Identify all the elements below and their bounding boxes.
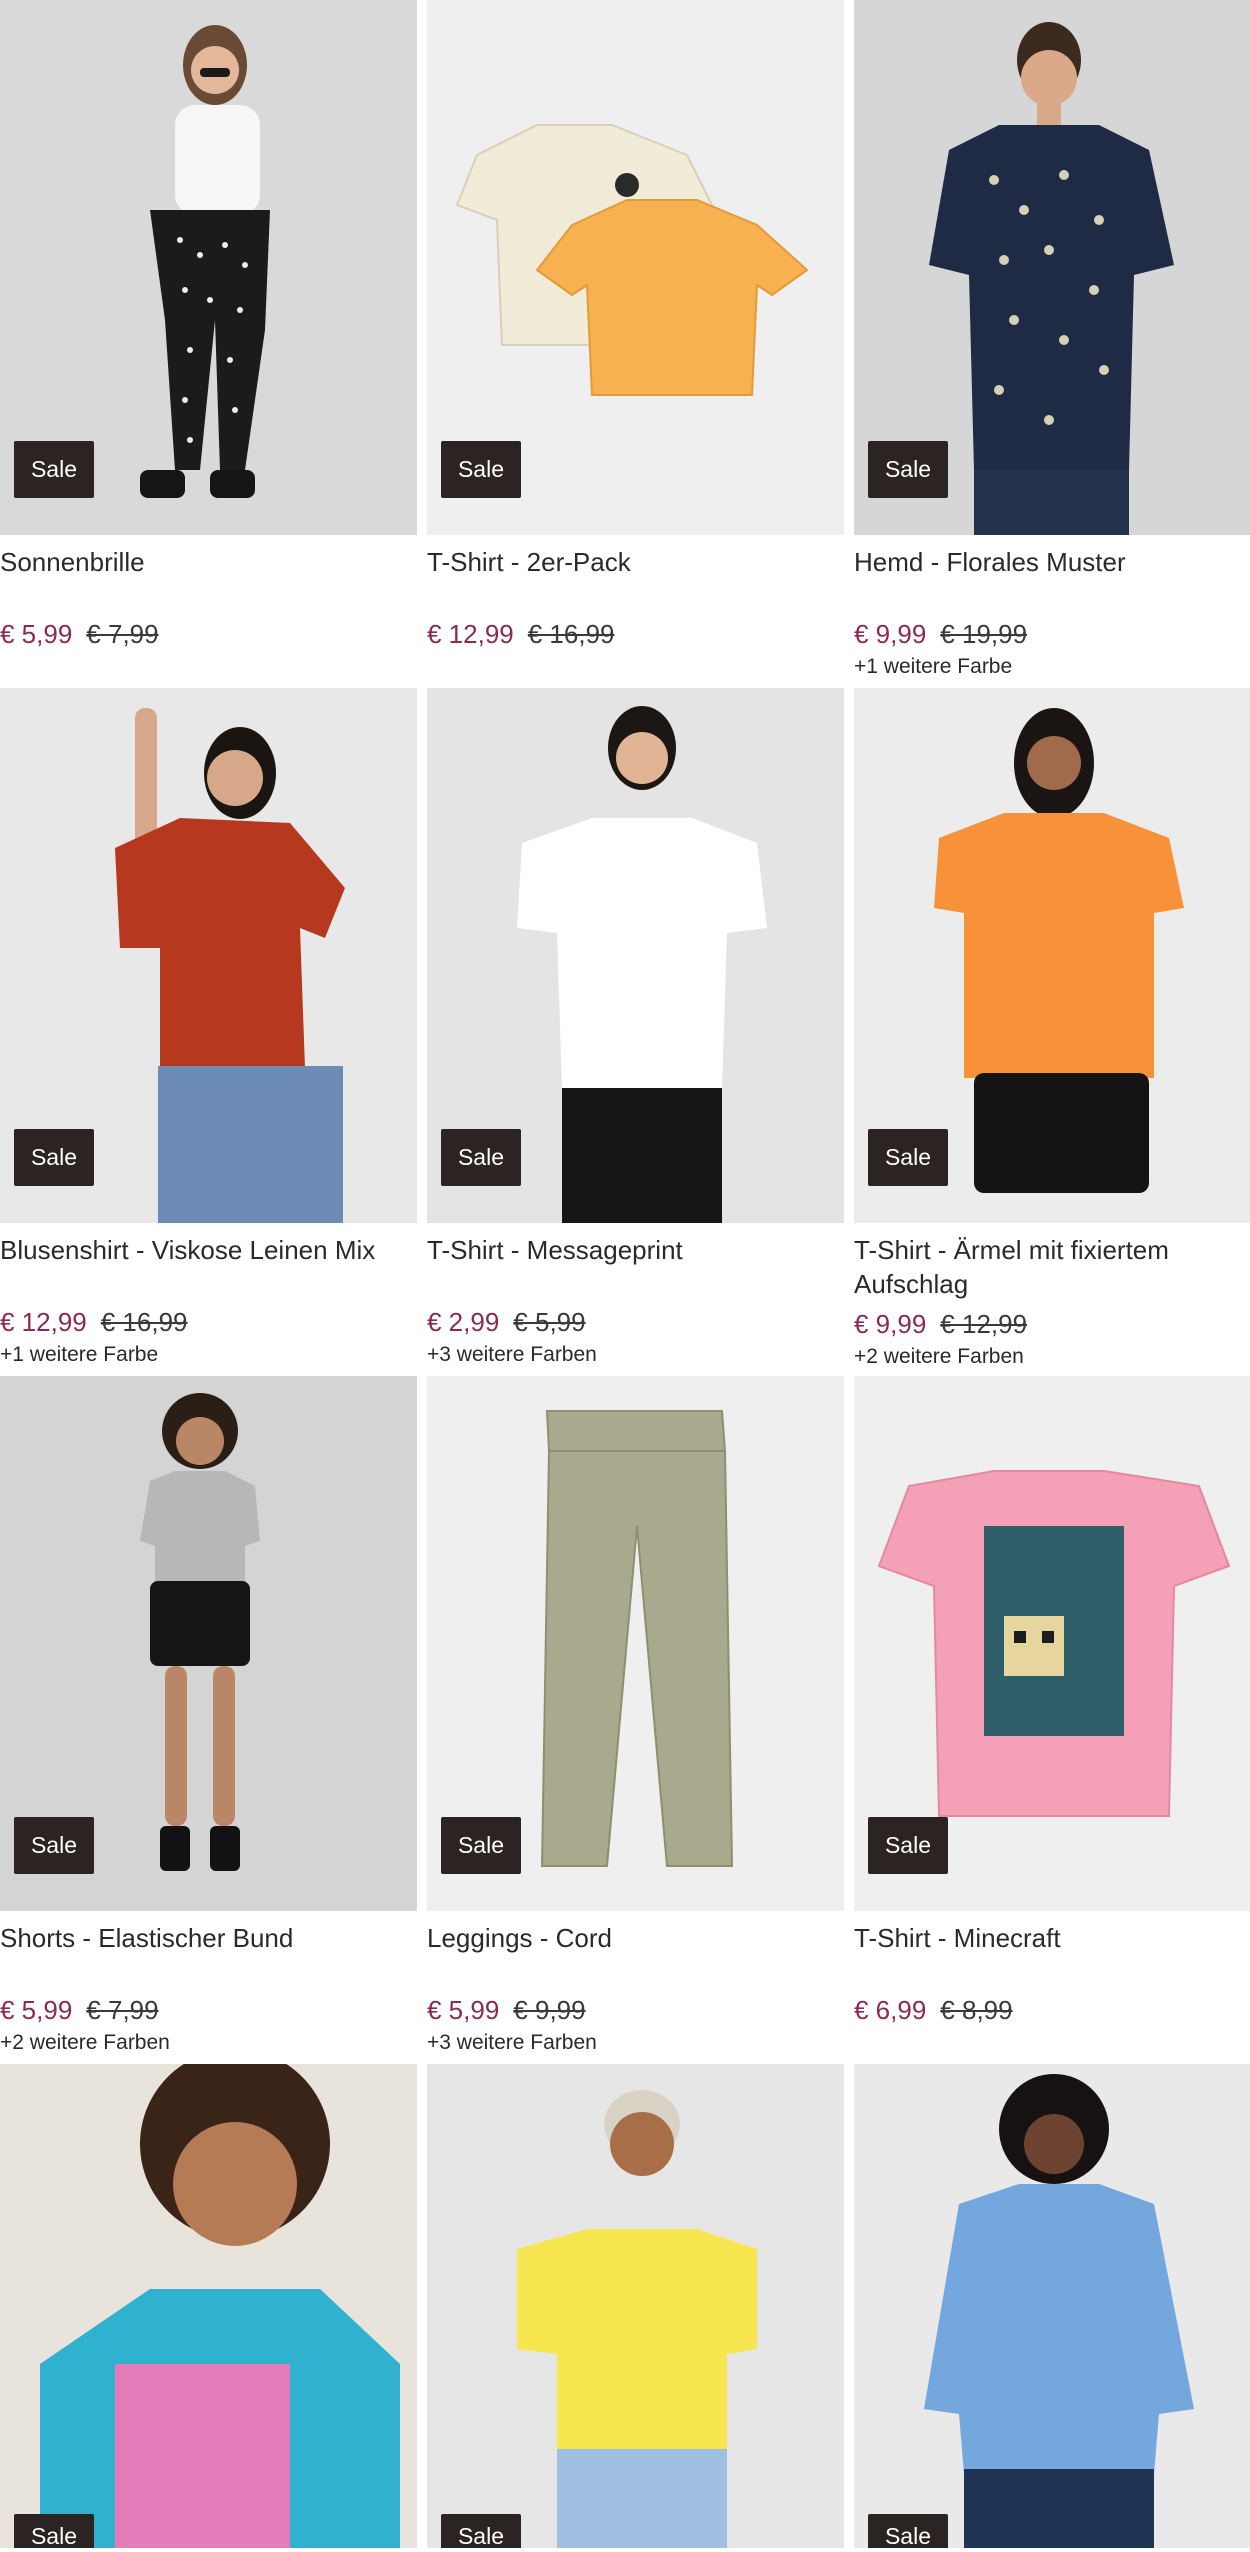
original-price: € 7,99 [86,1995,159,2025]
product-photo-boy-turquoise-tshirt [0,2064,417,2548]
product-title[interactable]: T-Shirt - Messageprint [427,1231,844,1299]
sale-badge: Sale [14,1129,94,1186]
product-card[interactable]: Sale T-Shirt - Messageprint € 2,99 € 5,9… [427,688,844,1376]
sale-price: € 5,99 [0,619,73,649]
sale-price: € 12,99 [0,1307,87,1337]
product-title[interactable]: Leggings - Cord [427,1919,844,1987]
original-price: € 9,99 [513,1995,586,2025]
sale-badge: Sale [868,441,948,498]
product-title[interactable]: T-Shirt - Ärmel mit fixiertem Aufschlag [854,1231,1250,1301]
product-image[interactable]: Sale [0,0,417,535]
more-colors-label: +2 weitere Farben [854,1345,1024,1368]
product-card[interactable]: Sale Leggings - Cord € 5,99 € 9,99 +3 we… [427,1376,844,2064]
product-card[interactable]: Sale Sonnenbrille € 5,99 € 7,99 [0,0,417,688]
product-image[interactable]: Sale [854,0,1250,535]
sale-price: € 5,99 [0,1995,73,2025]
product-title[interactable]: Sonnenbrille [0,543,417,611]
sale-badge: Sale [14,1817,94,1874]
original-price: € 7,99 [86,619,159,649]
sale-price: € 12,99 [427,619,514,649]
sale-badge: Sale [441,441,521,498]
product-card[interactable]: Sale T-Shirt - Minecraft € 6,99 € 8,99 [854,1376,1250,2064]
product-card[interactable]: Sale [0,2064,417,2548]
product-image[interactable]: Sale [0,688,417,1223]
product-image[interactable]: Sale [427,2064,844,2548]
product-image[interactable]: Sale [854,2064,1250,2548]
sale-badge: Sale [441,1129,521,1186]
product-title[interactable]: Blusenshirt - Viskose Leinen Mix [0,1231,417,1299]
sale-badge: Sale [868,2514,948,2548]
more-colors-label: +3 weitere Farben [427,1343,597,1366]
product-card[interactable]: Sale T-Shirt - Ärmel mit fixiertem Aufsc… [854,688,1250,1376]
product-card[interactable]: Sale Shorts - Elastischer Bund € 5,99 € … [0,1376,417,2064]
sale-badge: Sale [868,1129,948,1186]
product-image[interactable]: Sale [427,688,844,1223]
sale-badge: Sale [441,2514,521,2548]
original-price: € 12,99 [940,1309,1028,1339]
product-card[interactable]: Sale Blusenshirt - Viskose Leinen Mix € … [0,688,417,1376]
more-colors-label: +1 weitere Farbe [854,655,1013,678]
sale-price: € 6,99 [854,1995,927,2025]
product-card[interactable]: Sale Hemd - Florales Muster € 9,99 € 19,… [854,0,1250,688]
original-price: € 16,99 [100,1307,188,1337]
product-image[interactable]: Sale [854,688,1250,1223]
product-image[interactable]: Sale [0,1376,417,1911]
product-card[interactable]: Sale [854,2064,1250,2548]
sale-badge: Sale [14,441,94,498]
original-price: € 16,99 [527,619,615,649]
product-title[interactable]: Hemd - Florales Muster [854,543,1250,611]
sale-price: € 2,99 [427,1307,500,1337]
product-image[interactable]: Sale [427,1376,844,1911]
product-photo-woman-blue-blouse [854,2064,1250,2548]
original-price: € 8,99 [940,1995,1013,2025]
more-colors-label: +3 weitere Farben [427,2031,597,2054]
product-card[interactable]: Sale T-Shirt - 2er-Pack € 12,99 € 16,99 [427,0,844,688]
product-image[interactable]: Sale [854,1376,1250,1911]
product-grid: Sale Sonnenbrille € 5,99 € 7,99 Sale T-S… [0,0,1250,2548]
sale-badge: Sale [441,1817,521,1874]
product-title[interactable]: T-Shirt - Minecraft [854,1919,1250,1987]
product-title[interactable]: T-Shirt - 2er-Pack [427,543,844,611]
sale-price: € 9,99 [854,1309,927,1339]
product-image[interactable]: Sale [0,2064,417,2548]
more-colors-label: +2 weitere Farben [0,2031,170,2054]
product-image[interactable]: Sale [427,0,844,535]
original-price: € 5,99 [513,1307,586,1337]
sale-badge: Sale [868,1817,948,1874]
sale-price: € 5,99 [427,1995,500,2025]
sale-badge: Sale [14,2514,94,2548]
product-card[interactable]: Sale [427,2064,844,2548]
product-title[interactable]: Shorts - Elastischer Bund [0,1919,417,1987]
original-price: € 19,99 [940,619,1028,649]
product-photo-woman-yellow-top [427,2064,844,2548]
sale-price: € 9,99 [854,619,927,649]
more-colors-label: +1 weitere Farbe [0,1343,159,1366]
